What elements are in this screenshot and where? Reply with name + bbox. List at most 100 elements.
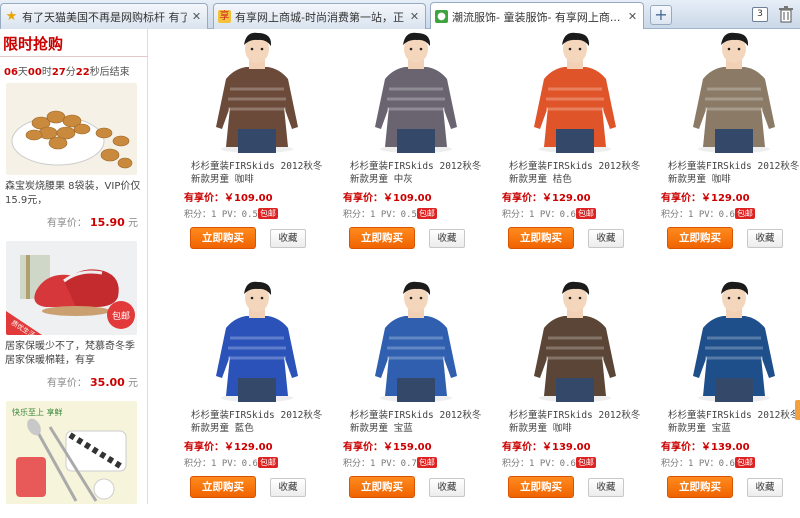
buy-now-button[interactable]: 立即购买	[508, 227, 574, 249]
countdown-days: 06	[4, 67, 18, 78]
points-text: 积分：1 PV：0.6	[661, 210, 735, 220]
product-card[interactable]: 杉杉童装FIRSkids 2012秋冬新款男童 桔色 有享价：￥129.00 积分：…	[500, 29, 650, 269]
favorite-button[interactable]: 收藏	[270, 229, 306, 248]
points-text: 积分：1 PV：0.5	[343, 210, 417, 220]
favorite-button[interactable]: 收藏	[588, 478, 624, 497]
trash-icon[interactable]	[778, 6, 794, 23]
free-shipping-badge: 包邮	[257, 208, 278, 219]
price-label: 有享价：	[343, 442, 383, 453]
product-photo[interactable]	[659, 278, 800, 406]
favorite-button[interactable]: 收藏	[588, 229, 624, 248]
product-image[interactable]: 包邮 质优生活	[6, 241, 137, 335]
favorite-button[interactable]: 收藏	[429, 229, 465, 248]
price-value: 15.90	[90, 216, 125, 229]
product-photo[interactable]	[182, 278, 332, 406]
tab-kids-clothing[interactable]: ● 潮流服饰- 童装服饰- 有享网上商... ✕	[430, 2, 644, 30]
product-price: 有享价：￥139.00	[502, 438, 591, 453]
price-value: ￥159.00	[383, 442, 432, 453]
side-toolbar-tab[interactable]	[795, 400, 800, 420]
buy-now-button[interactable]: 立即购买	[667, 476, 733, 498]
product-card[interactable]: 杉杉童装FIRSkids 2012秋冬新款男童 藍色有享价：￥129.00 积分：…	[182, 278, 332, 518]
price-value: ￥139.00	[542, 442, 591, 453]
divider	[0, 56, 148, 57]
product-photo[interactable]	[341, 29, 491, 157]
product-photo[interactable]	[182, 29, 332, 157]
buy-now-button[interactable]: 立即购买	[190, 476, 256, 498]
product-name[interactable]: 杉杉童装FIRSkids 2012秋冬新款男童 咖啡	[509, 409, 649, 435]
buy-now-button[interactable]: 立即购买	[667, 227, 733, 249]
product-price: 有享价：￥129.00	[184, 438, 273, 453]
product-points: 积分：1 PV：0.7 包邮	[343, 456, 437, 469]
tab-youxiang-home[interactable]: 享 有享网上商城-时尚消费第一站，正... ✕	[213, 3, 426, 29]
points-text: 积分：1 PV：0.6	[502, 459, 576, 469]
countdown-timer: 06天00时27分22秒后结束	[4, 63, 130, 78]
points-text: 积分：1 PV：0.6	[184, 459, 258, 469]
free-shipping-badge: 包邮	[257, 457, 278, 468]
flash-sale-price: 有享价： 35.00 元	[0, 374, 138, 389]
favorite-button[interactable]: 收藏	[747, 229, 783, 248]
product-name[interactable]: 杉杉童装FIRSkids 2012秋冬新款男童 咖啡	[191, 160, 331, 186]
product-name[interactable]: 杉杉童装FIRSkids 2012秋冬新款男童 桔色	[509, 160, 649, 186]
countdown-minutes: 27	[51, 67, 66, 78]
product-price: 有享价：￥109.00	[184, 189, 273, 204]
flash-sale-price: 有享价： 15.90 元	[0, 214, 138, 229]
product-price: 有享价：￥129.00	[661, 189, 750, 204]
favorite-button[interactable]: 收藏	[747, 478, 783, 497]
tab-title: 潮流服饰- 童装服饰- 有享网上商...	[452, 10, 621, 24]
price-label: 有享价：	[343, 193, 383, 204]
points-text: 积分：1 PV：0.6	[502, 210, 576, 220]
product-card[interactable]: 杉杉童装FIRSkids 2012秋冬新款男童 宝蓝 有享价：￥139.00 积分：…	[659, 278, 800, 518]
buy-now-button[interactable]: 立即购买	[349, 476, 415, 498]
close-icon[interactable]: ✕	[626, 10, 639, 23]
favorite-button[interactable]: 收藏	[429, 478, 465, 497]
new-tab-button[interactable]: +	[650, 5, 672, 25]
countdown-seconds: 22	[75, 67, 90, 78]
price-label: 有享价：	[46, 218, 87, 229]
product-points: 积分：1 PV：0.5 包邮	[184, 207, 278, 220]
price-unit: 元	[128, 218, 138, 229]
flash-sale-title: 限时抢购	[3, 35, 64, 53]
tab-tmall-article[interactable]: ★ 有了天猫美国不再是网购标杆 有了... ✕	[0, 3, 208, 29]
price-value: ￥109.00	[383, 193, 432, 204]
flash-sale-desc[interactable]: 森宝炭烧腰果 8袋装，VIP价仅15.9元，	[5, 180, 143, 208]
price-unit: 元	[128, 378, 138, 389]
flash-sale-desc[interactable]: 居家保暖少不了，梵慕奇冬季居家保暖棉鞋，有享	[5, 340, 143, 368]
product-photo[interactable]	[341, 278, 491, 406]
close-icon[interactable]: ✕	[408, 10, 421, 23]
product-image[interactable]	[6, 83, 137, 175]
price-label: 有享价：	[184, 193, 224, 204]
product-card[interactable]: 杉杉童装FIRSkids 2012秋冬新款男童 中灰有享价：￥109.00 积分：…	[341, 29, 491, 269]
product-card[interactable]: 杉杉童装FIRSkids 2012秋冬新款男童 咖啡有享价：￥139.00 积分：…	[500, 278, 650, 518]
product-name[interactable]: 杉杉童装FIRSkids 2012秋冬新款男童 中灰	[350, 160, 490, 186]
product-photo[interactable]	[500, 278, 650, 406]
free-shipping-badge: 包邮	[575, 457, 596, 468]
product-name[interactable]: 杉杉童装FIRSkids 2012秋冬新款男童 宝蓝	[350, 409, 490, 435]
close-icon[interactable]: ✕	[190, 10, 203, 23]
tab-title: 有享网上商城-时尚消费第一站，正...	[235, 10, 405, 24]
product-photo[interactable]	[500, 29, 650, 157]
product-card[interactable]: 杉杉童装FIRSkids 2012秋冬新款男童 咖啡有享价：￥109.00 积分：…	[182, 29, 332, 269]
site-icon: ●	[435, 10, 448, 23]
free-shipping-badge: 包邮	[734, 208, 755, 219]
product-name[interactable]: 杉杉童装FIRSkids 2012秋冬新款男童 藍色	[191, 409, 331, 435]
product-name[interactable]: 杉杉童装FIRSkids 2012秋冬新款男童 咖啡	[668, 160, 800, 186]
browser-tab-bar: ★ 有了天猫美国不再是网购标杆 有了... ✕ 享 有享网上商城-时尚消费第一站…	[0, 0, 800, 30]
product-card[interactable]: 杉杉童装FIRSkids 2012秋冬新款男童 宝蓝有享价：￥159.00 积分：…	[341, 278, 491, 518]
flash-sale-sidebar: 限时抢购 06天00时27分22秒后结束 森宝炭烧腰果 8袋装，VIP价仅15.…	[0, 29, 148, 504]
countdown-days-unit: 天	[17, 67, 28, 78]
free-shipping-badge: 包邮	[112, 310, 130, 322]
free-shipping-badge: 包邮	[416, 457, 437, 468]
favorite-button[interactable]: 收藏	[270, 478, 306, 497]
product-photo[interactable]	[659, 29, 800, 157]
buy-now-button[interactable]: 立即购买	[349, 227, 415, 249]
points-text: 积分：1 PV：0.5	[184, 210, 258, 220]
product-name[interactable]: 杉杉童装FIRSkids 2012秋冬新款男童 宝蓝	[668, 409, 800, 435]
price-label: 有享价：	[661, 193, 701, 204]
product-card[interactable]: 杉杉童装FIRSkids 2012秋冬新款男童 咖啡有享价：￥129.00 积分：…	[659, 29, 800, 269]
points-text: 积分：1 PV：0.6	[661, 459, 735, 469]
buy-now-button[interactable]: 立即购买	[190, 227, 256, 249]
tab-count-badge[interactable]: 3	[752, 7, 768, 22]
countdown-hours: 00	[27, 67, 42, 78]
buy-now-button[interactable]: 立即购买	[508, 476, 574, 498]
product-image[interactable]: 快乐至上 享鲜	[6, 401, 137, 504]
